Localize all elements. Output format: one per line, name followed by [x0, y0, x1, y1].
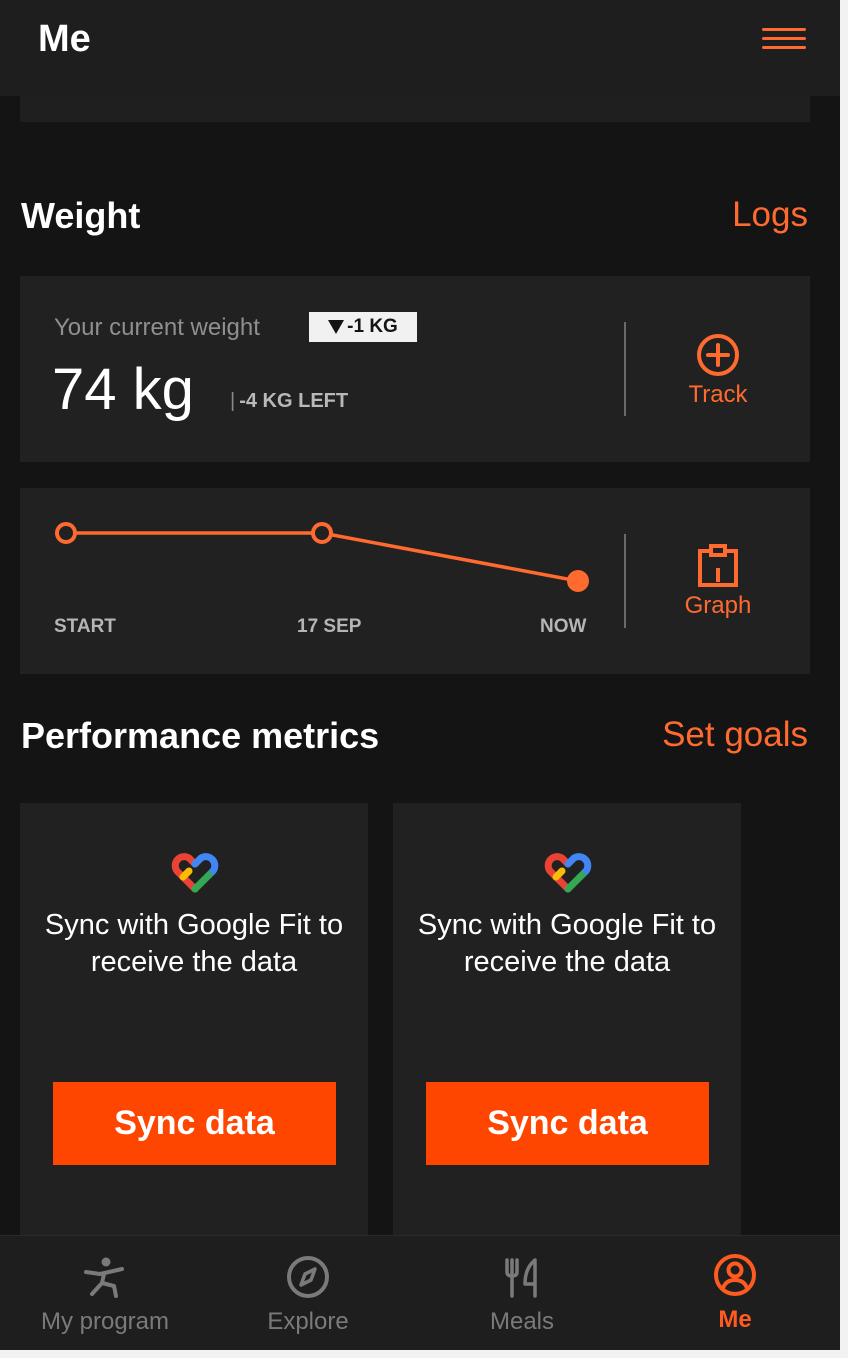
open-graph-button[interactable]: Graph: [670, 544, 766, 620]
nav-explore[interactable]: Explore: [203, 1236, 413, 1351]
nav-label-explore: Explore: [267, 1308, 349, 1335]
weight-point-start: [55, 522, 77, 544]
person-exercise-icon: [84, 1257, 124, 1298]
metric-card-1: Sync with Google Fit to receive the data…: [20, 803, 368, 1235]
plus-circle-icon: [697, 334, 739, 376]
weight-line-chart: [55, 522, 589, 592]
nav-my-program[interactable]: My program: [0, 1236, 210, 1351]
nav-me[interactable]: Me: [630, 1236, 840, 1351]
sync-data-button[interactable]: Sync data: [53, 1082, 336, 1165]
window-edge: [840, 0, 848, 1358]
metric-sync-message: Sync with Google Fit to receive the data: [417, 909, 717, 978]
current-weight-label: Your current weight: [54, 314, 260, 341]
previous-card-bottom: [20, 96, 810, 122]
current-weight-value: 74 kg: [52, 357, 194, 422]
x-tick-17-sep: 17 SEP: [297, 616, 362, 637]
set-goals-link[interactable]: Set goals: [662, 715, 808, 755]
window-bottom-edge: [0, 1350, 848, 1358]
metric-card-2: Sync with Google Fit to receive the data…: [393, 803, 741, 1235]
bottom-navigation: My program Explore Meals Me: [0, 1235, 840, 1350]
fork-knife-icon: [505, 1258, 537, 1298]
weight-delta-badge: -1 KG: [309, 312, 417, 342]
graph-card-divider: [624, 534, 626, 628]
hamburger-menu-icon[interactable]: [760, 26, 808, 52]
weight-card-divider: [624, 322, 626, 416]
sync-data-button[interactable]: Sync data: [426, 1082, 709, 1165]
weight-remaining: | -4 KG LEFT: [230, 390, 348, 413]
weight-section-title: Weight: [21, 195, 141, 236]
metric-sync-message: Sync with Google Fit to receive the data: [44, 909, 344, 978]
nav-label-my-program: My program: [40, 1308, 170, 1335]
down-triangle-icon: [328, 320, 345, 334]
x-tick-now: NOW: [540, 616, 587, 637]
page-title: Me: [38, 18, 91, 60]
logs-link[interactable]: Logs: [732, 195, 808, 235]
track-weight-button[interactable]: Track: [670, 333, 766, 409]
weight-graph-card: START 17 SEP NOW Graph: [20, 488, 810, 674]
compass-icon: [287, 1256, 329, 1298]
x-tick-start: START: [54, 616, 116, 637]
google-fit-heart-icon: [171, 853, 219, 893]
google-fit-heart-icon: [544, 853, 592, 893]
weight-remaining-value: -4 KG LEFT: [239, 390, 349, 412]
remaining-separator: |: [230, 390, 236, 412]
weight-point-now: [567, 570, 589, 592]
user-circle-icon: [714, 1254, 756, 1296]
nav-meals[interactable]: Meals: [417, 1236, 627, 1351]
graph-label: Graph: [684, 592, 752, 619]
top-header: Me: [0, 0, 840, 96]
weight-point-17-sep: [311, 522, 333, 544]
nav-label-meals: Meals: [489, 1308, 555, 1335]
performance-section-title: Performance metrics: [21, 715, 380, 756]
current-weight-card: Your current weight -1 KG 74 kg | -4 KG L…: [20, 276, 810, 462]
clipboard-graph-icon: [698, 544, 738, 587]
track-label: Track: [688, 381, 748, 408]
weight-delta-value: -1 KG: [347, 316, 398, 337]
nav-label-me: Me: [718, 1306, 752, 1333]
